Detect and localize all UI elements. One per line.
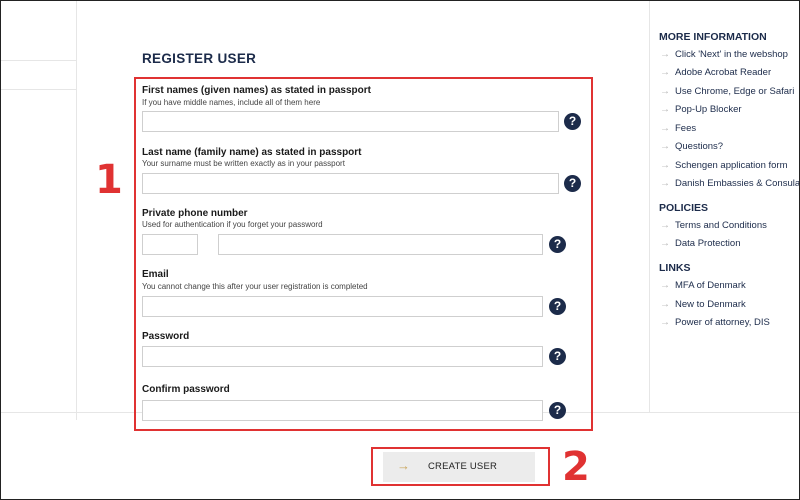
sidebar-link-terms[interactable]: → Terms and Conditions [660, 220, 767, 231]
arrow-right-icon: → [660, 104, 670, 115]
arrow-right-icon: → [660, 317, 670, 328]
arrow-right-icon: → [660, 123, 670, 134]
page-title: REGISTER USER [142, 51, 257, 66]
arrow-right-icon: → [660, 49, 670, 60]
sidebar-link-new-to-denmark[interactable]: → New to Denmark [660, 299, 746, 310]
arrow-right-icon: → [660, 220, 670, 231]
step-1-marker: 1 [95, 157, 123, 203]
highlight-box-button [371, 447, 550, 486]
sidebar-link-questions[interactable]: → Questions? [660, 141, 723, 152]
sidebar-heading-more-information: MORE INFORMATION [659, 31, 767, 43]
arrow-right-icon: → [660, 86, 670, 97]
sidebar-link-fees[interactable]: → Fees [660, 123, 696, 134]
sidebar-link-schengen-form[interactable]: → Schengen application form [660, 160, 788, 171]
sidebar-link-embassies[interactable]: → Danish Embassies & Consulates [660, 178, 800, 189]
sidebar: MORE INFORMATION → Click 'Next' in the we… [650, 0, 800, 412]
arrow-right-icon: → [660, 299, 670, 310]
left-divider [0, 60, 76, 61]
sidebar-link-mfa[interactable]: → MFA of Denmark [660, 280, 746, 291]
sidebar-heading-policies: POLICIES [659, 202, 709, 214]
arrow-right-icon: → [660, 67, 670, 78]
step-2-marker: 2 [562, 444, 590, 490]
arrow-right-icon: → [660, 178, 670, 189]
left-column [0, 0, 77, 420]
arrow-right-icon: → [660, 141, 670, 152]
highlight-box-form [134, 77, 593, 431]
sidebar-link-acrobat[interactable]: → Adobe Acrobat Reader [660, 67, 771, 78]
left-divider-2 [0, 89, 76, 90]
arrow-right-icon: → [660, 160, 670, 171]
sidebar-link-browsers[interactable]: → Use Chrome, Edge or Safari [660, 86, 794, 97]
arrow-right-icon: → [660, 280, 670, 291]
sidebar-link-data-protection[interactable]: → Data Protection [660, 238, 740, 249]
sidebar-link-popup-blocker[interactable]: → Pop-Up Blocker [660, 104, 742, 115]
sidebar-link-power-of-attorney[interactable]: → Power of attorney, DIS [660, 317, 770, 328]
sidebar-link-webshop[interactable]: → Click 'Next' in the webshop [660, 49, 788, 60]
sidebar-heading-links: LINKS [659, 262, 691, 274]
arrow-right-icon: → [660, 238, 670, 249]
